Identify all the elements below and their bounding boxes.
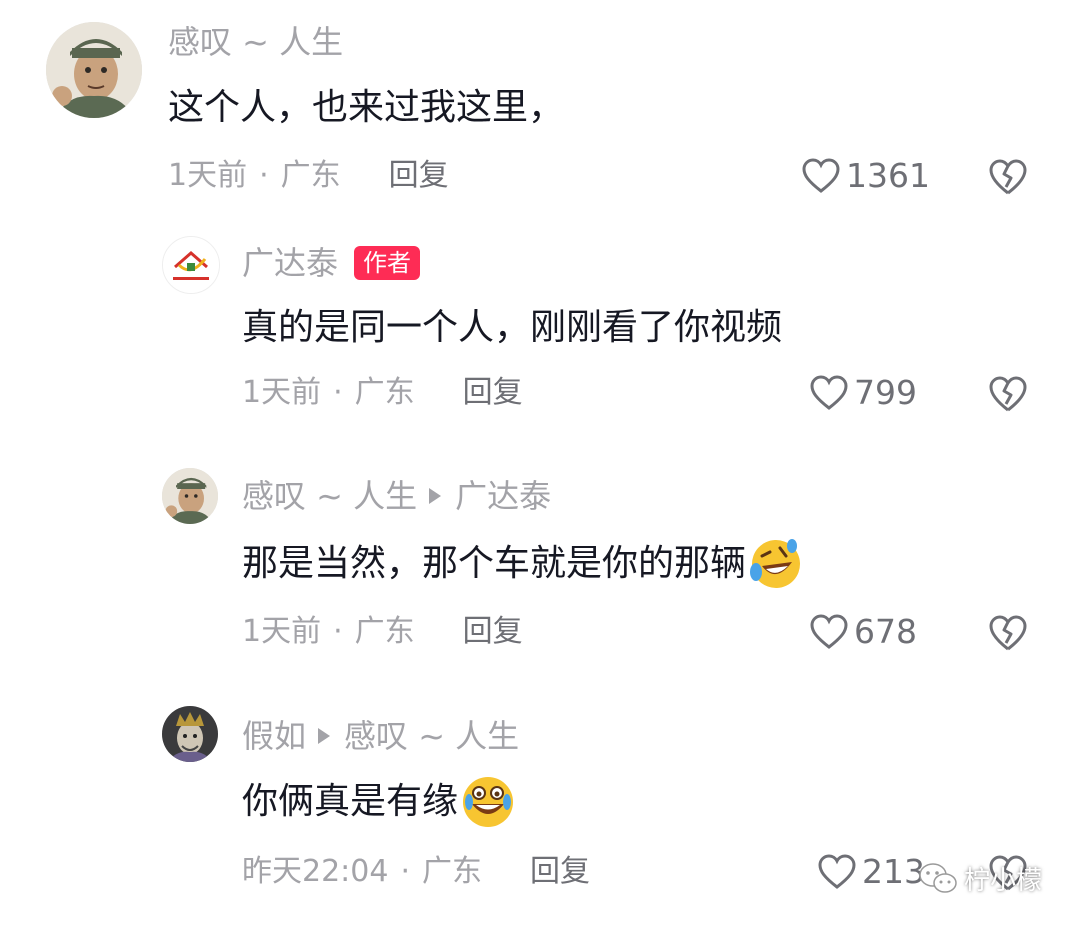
like-count: 213 xyxy=(862,852,925,891)
dislike-button[interactable] xyxy=(988,158,1028,196)
comment-text: 你俩真是有缘 xyxy=(242,774,516,830)
like-count: 1361 xyxy=(846,156,930,195)
like-button[interactable]: 213 xyxy=(818,852,925,892)
dislike-button[interactable] xyxy=(988,614,1028,652)
separator: · xyxy=(333,614,343,649)
comment-footer: 1天前 · 广东 回复 xyxy=(242,612,523,652)
reply-button[interactable]: 回复 xyxy=(463,612,523,652)
comment-text: 真的是同一个人，刚刚看了你视频 xyxy=(242,307,783,348)
comment-header: 假如 感叹 ~ 人生 xyxy=(242,716,519,756)
comment-location: 广东 xyxy=(280,158,341,193)
username[interactable]: 感叹 ~ 人生 xyxy=(242,476,417,516)
comment-time: 1天前 xyxy=(168,158,248,193)
separator: · xyxy=(400,854,411,889)
comment-footer: 昨天22:04 · 广东 回复 xyxy=(242,852,590,892)
broken-heart-icon xyxy=(989,376,1027,412)
heart-icon xyxy=(810,614,848,649)
comment-location: 广东 xyxy=(354,614,415,649)
avatar[interactable] xyxy=(162,706,218,762)
like-button[interactable]: 799 xyxy=(810,373,917,413)
broken-heart-icon xyxy=(989,159,1027,195)
comment-text-content: 你俩真是有缘 xyxy=(242,781,459,822)
username[interactable]: 感叹 ~ 人生 xyxy=(168,22,343,62)
comment-time: 1天前 xyxy=(242,375,322,410)
comment-text-content: 那是当然，那个车就是你的那辆 xyxy=(242,543,747,584)
reply-to-username[interactable]: 感叹 ~ 人生 xyxy=(344,716,519,756)
author-badge: 作者 xyxy=(354,246,421,280)
rofl-emoji-icon xyxy=(748,536,804,592)
like-button[interactable]: 1361 xyxy=(802,156,930,196)
comment-location: 广东 xyxy=(354,375,415,410)
reply-button[interactable]: 回复 xyxy=(463,373,523,413)
dislike-button[interactable] xyxy=(988,375,1028,413)
watermark: 柠小檬 xyxy=(918,860,1042,897)
watermark-text: 柠小檬 xyxy=(964,866,1043,896)
comment-time: 1天前 xyxy=(242,614,322,649)
avatar[interactable] xyxy=(162,236,220,294)
comment-header: 感叹 ~ 人生 xyxy=(168,22,343,62)
like-button[interactable]: 678 xyxy=(810,612,917,652)
reply-to-username[interactable]: 广达泰 xyxy=(455,476,551,516)
avatar[interactable] xyxy=(162,468,218,524)
soldier-avatar-icon xyxy=(162,468,218,524)
house-logo-icon xyxy=(163,237,219,293)
soldier-avatar-icon xyxy=(46,22,142,118)
broken-heart-icon xyxy=(989,615,1027,651)
king-card-avatar-icon xyxy=(162,706,218,762)
comment-footer: 1天前 · 广东 回复 xyxy=(168,156,449,196)
comment-text: 这个人，也来过我这里， xyxy=(168,87,565,128)
username[interactable]: 假如 xyxy=(242,716,306,756)
comment-footer: 1天前 · 广东 回复 xyxy=(242,373,523,413)
separator: · xyxy=(333,375,343,410)
avatar[interactable] xyxy=(46,22,142,118)
like-count: 678 xyxy=(854,612,917,651)
separator: · xyxy=(259,158,269,193)
comment-text: 那是当然，那个车就是你的那辆 xyxy=(242,536,804,592)
comment-time: 昨天22:04 xyxy=(242,854,389,889)
wechat-icon xyxy=(919,862,957,893)
heart-icon xyxy=(810,375,848,410)
tears-of-joy-emoji-icon xyxy=(460,774,516,830)
heart-icon xyxy=(818,854,856,889)
comment-location: 广东 xyxy=(422,854,483,889)
reply-button[interactable]: 回复 xyxy=(530,852,590,892)
reply-arrow-icon xyxy=(318,728,331,744)
reply-button[interactable]: 回复 xyxy=(389,156,449,196)
comment-header: 感叹 ~ 人生 广达泰 xyxy=(242,476,551,516)
like-count: 799 xyxy=(854,373,917,412)
reply-arrow-icon xyxy=(429,488,442,504)
heart-icon xyxy=(802,158,840,193)
username[interactable]: 广达泰 xyxy=(242,243,338,283)
comment-header: 广达泰 作者 xyxy=(242,243,421,283)
